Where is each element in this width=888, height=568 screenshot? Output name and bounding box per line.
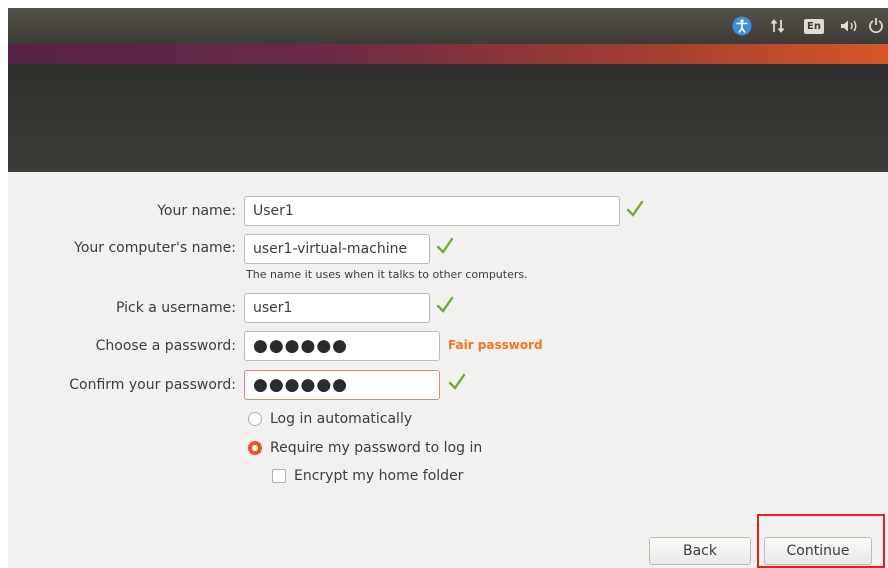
computer-name-value: user1-virtual-machine [253,241,408,257]
computer-name-hint: The name it uses when it talks to other … [246,268,528,281]
accessibility-icon [732,16,752,36]
network-indicator[interactable] [760,8,796,44]
username-field[interactable]: user1 [244,293,430,323]
require-password-label: Require my password to log in [270,440,483,456]
volume-indicator[interactable] [832,8,868,44]
checkbox-icon [272,469,286,483]
encrypt-home-label: Encrypt my home folder [294,468,464,484]
power-icon [869,18,883,34]
password-value: ●●●●●● [253,336,349,356]
password-field[interactable]: ●●●●●● [244,331,440,361]
username-value: user1 [253,300,293,316]
power-indicator[interactable] [868,8,888,44]
username-label: Pick a username: [115,300,236,316]
login-automatically-label: Log in automatically [270,411,413,427]
check-icon [436,296,454,313]
radio-off-icon [248,412,262,426]
encrypt-home-checkbox[interactable]: Encrypt my home folder [272,468,463,484]
password-strength: Fair password [448,338,543,352]
computer-name-label: Your computer's name: [74,240,236,256]
check-icon [626,200,644,217]
password-label: Choose a password: [95,338,236,354]
continue-button[interactable]: Continue [764,537,872,565]
keyboard-layout-icon: En [804,18,824,34]
check-icon [436,237,454,254]
confirm-password-field[interactable]: ●●●●●● [244,370,440,400]
accent-stripe [8,44,888,64]
radio-on-icon [248,441,262,455]
confirm-password-label: Confirm your password: [69,377,236,393]
computer-name-field[interactable]: user1-virtual-machine [244,234,430,264]
network-icon [770,19,785,33]
check-icon [448,373,466,390]
form-background [8,172,888,568]
your-name-field[interactable]: User1 [244,196,620,226]
system-tray: En [724,8,888,44]
installer-header [8,64,888,172]
your-name-value: User1 [253,203,294,219]
accessibility-indicator[interactable] [724,8,760,44]
volume-icon [841,20,857,32]
keyboard-layout-indicator[interactable]: En [796,8,832,44]
confirm-password-value: ●●●●●● [253,375,349,395]
require-password-radio[interactable]: Require my password to log in [248,440,482,456]
your-name-label: Your name: [157,203,236,219]
top-panel: En [8,8,888,44]
login-automatically-radio[interactable]: Log in automatically [248,411,412,427]
back-button[interactable]: Back [649,537,751,565]
